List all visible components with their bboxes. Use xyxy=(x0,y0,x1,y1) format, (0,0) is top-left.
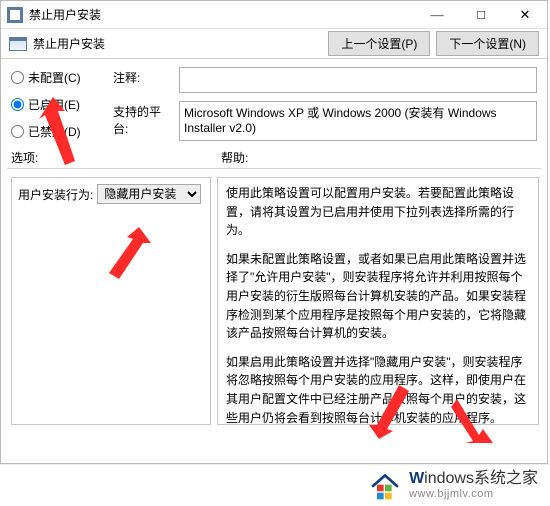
behavior-combobox[interactable]: 隐藏用户安装 xyxy=(97,184,201,204)
watermark-brand-tail: 系统之家 xyxy=(474,470,538,487)
platform-text[interactable] xyxy=(179,101,537,141)
radio-disabled[interactable]: 已禁用(D) xyxy=(11,123,99,140)
comment-input[interactable] xyxy=(179,67,537,93)
radio-not-configured[interactable]: 未配置(C) xyxy=(11,69,99,86)
radio-enabled[interactable]: 已启用(E) xyxy=(11,96,99,113)
close-button[interactable]: ✕ xyxy=(503,1,547,29)
watermark-brand-rest: indows xyxy=(424,470,474,487)
platform-row: 支持的平台: xyxy=(113,101,537,141)
help-paragraph-3: 如果启用此策略设置并选择"隐藏用户安装"，则安装程序将忽略按照每个用户安装的应用… xyxy=(226,353,530,425)
window-title: 禁止用户安装 xyxy=(29,6,415,23)
nav-buttons: 上一个设置(P) 下一个设置(N) xyxy=(328,31,539,56)
help-panel[interactable]: 使用此策略设置可以配置用户安装。若要配置此策略设置，请将其设置为已启用并使用下拉… xyxy=(217,177,539,425)
minimize-button[interactable]: — xyxy=(415,1,459,29)
policy-editor-window: 禁止用户安装 — □ ✕ 禁止用户安装 上一个设置(P) 下一个设置(N) 未配… xyxy=(0,0,548,464)
watermark-text: Windows系统之家 www.bjjmlv.com xyxy=(409,470,538,501)
radio-disabled-label: 已禁用(D) xyxy=(28,123,81,140)
help-paragraph-1: 使用此策略设置可以配置用户安装。若要配置此策略设置，请将其设置为已启用并使用下拉… xyxy=(226,184,530,240)
watermark-brand: Windows系统之家 xyxy=(409,470,538,488)
previous-setting-button[interactable]: 上一个设置(P) xyxy=(328,31,430,56)
config-area: 未配置(C) 已启用(E) 已禁用(D) 注释: 支持的平台: xyxy=(1,59,547,145)
next-setting-button[interactable]: 下一个设置(N) xyxy=(436,31,539,56)
help-paragraph-2: 如果未配置此策略设置，或者如果已启用此策略设置并选择了"允许用户安装"，则安装程… xyxy=(226,250,530,343)
policy-title: 禁止用户安装 xyxy=(33,35,105,52)
policy-icon xyxy=(9,37,27,51)
help-section-label: 帮助: xyxy=(221,149,248,166)
comment-label: 注释: xyxy=(113,67,173,86)
options-panel: 用户安装行为: 隐藏用户安装 xyxy=(11,177,211,425)
lower-panels: 用户安装行为: 隐藏用户安装 使用此策略设置可以配置用户安装。若要配置此策略设置… xyxy=(1,169,547,433)
watermark-brand-w: W xyxy=(409,470,424,487)
subheader: 禁止用户安装 上一个设置(P) 下一个设置(N) xyxy=(1,29,547,59)
behavior-row: 用户安装行为: 隐藏用户安装 xyxy=(18,184,204,204)
titlebar: 禁止用户安装 — □ ✕ xyxy=(1,1,547,29)
logo-icon xyxy=(369,470,401,502)
section-labels: 选项: 帮助: xyxy=(1,145,547,168)
state-radio-group: 未配置(C) 已启用(E) 已禁用(D) xyxy=(11,67,99,141)
radio-not-configured-label: 未配置(C) xyxy=(28,69,81,86)
behavior-label: 用户安装行为: xyxy=(18,186,93,203)
comment-row: 注释: xyxy=(113,67,537,93)
watermark: Windows系统之家 www.bjjmlv.com xyxy=(0,464,550,506)
radio-enabled-label: 已启用(E) xyxy=(28,96,80,113)
app-icon xyxy=(7,7,23,23)
window-controls: — □ ✕ xyxy=(415,1,547,29)
options-section-label: 选项: xyxy=(11,149,221,166)
fields-column: 注释: 支持的平台: xyxy=(113,67,537,141)
radio-not-configured-input[interactable] xyxy=(11,71,24,84)
radio-enabled-input[interactable] xyxy=(11,98,24,111)
radio-disabled-input[interactable] xyxy=(11,125,24,138)
platform-label: 支持的平台: xyxy=(113,101,173,137)
watermark-url: www.bjjmlv.com xyxy=(409,488,493,501)
maximize-button[interactable]: □ xyxy=(459,1,503,29)
